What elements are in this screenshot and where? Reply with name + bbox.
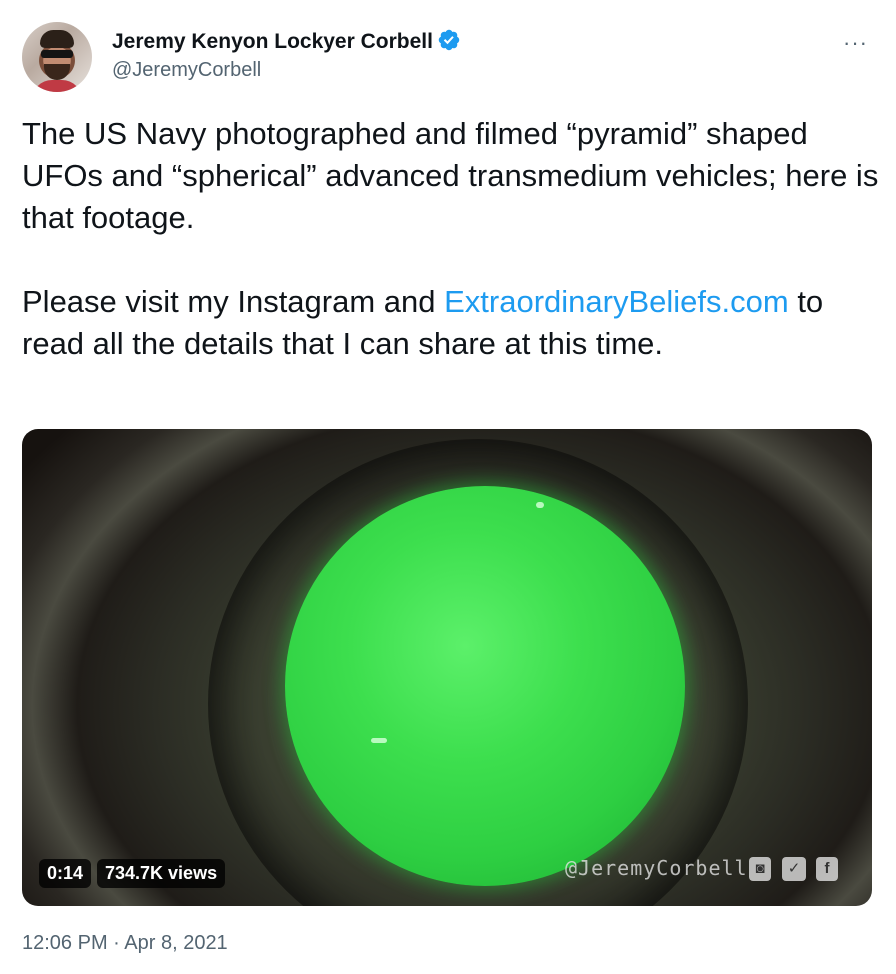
video-duration: 0:14 (39, 859, 92, 888)
tweet-header: Jeremy Kenyon Lockyer Corbell @JeremyCor… (22, 22, 874, 94)
video-watermark: @JeremyCorbell (565, 856, 748, 880)
instagram-icon: ◙ (749, 857, 771, 881)
twitter-icon: ✓ (782, 857, 806, 881)
verified-badge-icon (438, 29, 460, 51)
video-player[interactable]: 0:14 734.7K views @JeremyCorbell ◙ ✓ f (22, 429, 872, 906)
facebook-icon: f (816, 857, 838, 881)
author-name[interactable]: Jeremy Kenyon Lockyer Corbell (112, 28, 461, 54)
avatar[interactable] (22, 22, 92, 92)
video-views: 734.7K views (97, 859, 226, 888)
green-sphere (285, 486, 685, 886)
website-link[interactable]: ExtraordinaryBeliefs.com (444, 284, 789, 319)
light-spot (536, 502, 544, 508)
tweet-text: The US Navy photographed and filmed “pyr… (22, 113, 882, 365)
tweet-timestamp[interactable]: 12:06 PM · Apr 8, 2021 (22, 932, 228, 955)
light-spot (371, 738, 387, 743)
author-handle[interactable]: @JeremyCorbell (112, 59, 261, 82)
author-name-text[interactable]: Jeremy Kenyon Lockyer Corbell (112, 30, 433, 53)
more-options-icon[interactable]: ··· (843, 30, 868, 56)
